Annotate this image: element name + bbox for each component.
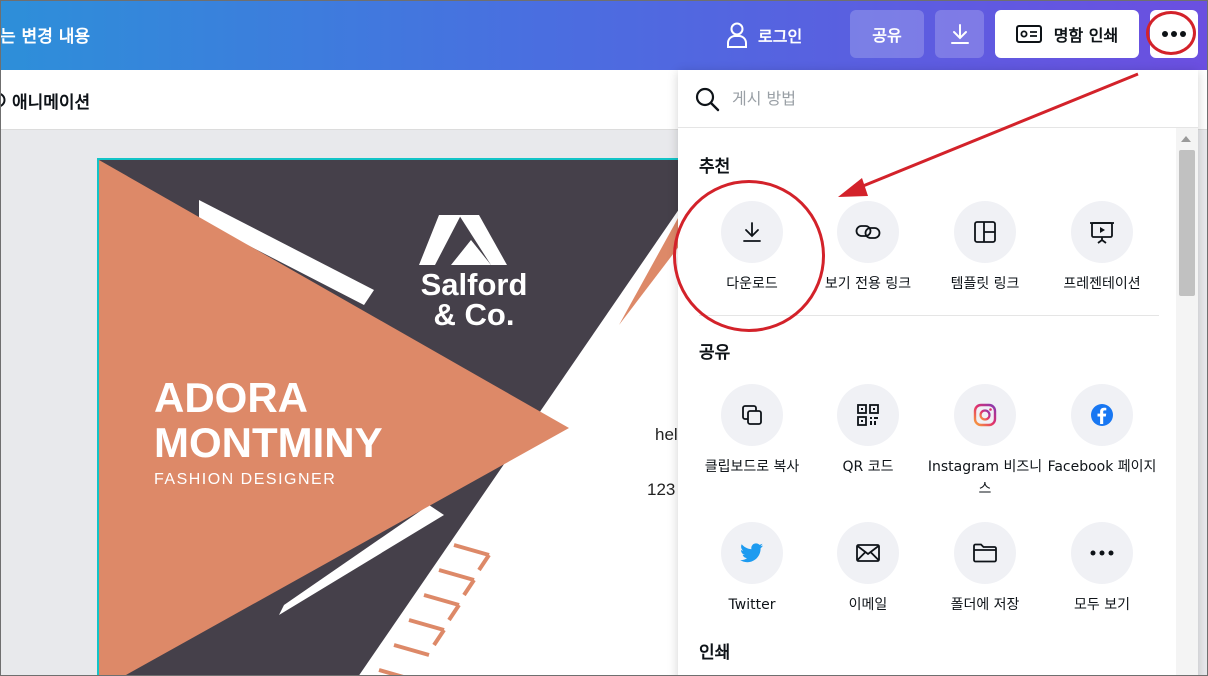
print-label: 명함 인쇄	[1053, 26, 1119, 45]
option-instagram-business[interactable]: Instagram 비즈니스	[927, 384, 1043, 500]
person-role: FASHION DESIGNER	[154, 471, 336, 488]
email-icon	[856, 544, 880, 562]
presentation-icon	[1090, 222, 1114, 244]
animation-button[interactable]: 애니메이션	[0, 88, 90, 113]
option-presentation[interactable]: 프레젠테이션	[1044, 201, 1160, 295]
option-template-link-label: 템플릿 링크	[950, 276, 1020, 292]
unsaved-changes-text: 는 변경 내용	[0, 27, 91, 47]
animation-icon	[0, 92, 6, 107]
phone-text: 123	[647, 480, 675, 499]
option-save-to-folder-label: 폴더에 저장	[950, 597, 1020, 613]
option-save-to-folder[interactable]: 폴더에 저장	[927, 522, 1043, 616]
publish-search-bar	[678, 70, 1198, 128]
copy-icon	[742, 405, 762, 425]
option-see-all-label: 모두 보기	[1074, 597, 1130, 613]
annotation-circle-more	[1146, 11, 1196, 55]
option-view-only-link[interactable]: 보기 전용 링크	[810, 201, 926, 295]
top-toolbar: 는 변경 내용 로그인 공유 명함 인쇄	[0, 0, 1208, 70]
option-facebook-page[interactable]: Facebook 페이지	[1044, 384, 1160, 478]
facebook-icon	[1091, 404, 1113, 426]
person-name-line2: MONTMINY	[154, 419, 383, 466]
search-icon	[695, 87, 720, 111]
option-see-all[interactable]: 모두 보기	[1044, 522, 1160, 616]
section-title-print: 인쇄	[699, 643, 731, 663]
instagram-icon	[973, 403, 997, 427]
publish-panel: 추천 다운로드 보기 전용 링크 템플릿 링크 프레젠테이션 공유 클립보드로 …	[678, 70, 1198, 676]
annotation-circle-download	[673, 180, 825, 332]
more-icon	[1090, 550, 1114, 556]
option-instagram-business-label: Instagram 비즈니스	[927, 459, 1043, 497]
qr-code-icon	[857, 404, 879, 426]
panel-scrollbar[interactable]	[1176, 128, 1198, 676]
option-twitter-label: Twitter	[728, 597, 776, 613]
email-text: hel	[655, 425, 678, 444]
link-icon	[855, 225, 881, 239]
option-facebook-page-label: Facebook 페이지	[1047, 459, 1157, 475]
download-icon	[950, 24, 969, 44]
share-button[interactable]: 공유	[850, 10, 924, 58]
option-twitter[interactable]: Twitter	[694, 522, 810, 616]
folder-icon	[973, 543, 997, 563]
user-icon	[727, 22, 747, 48]
option-presentation-label: 프레젠테이션	[1063, 276, 1141, 292]
login-button[interactable]: 로그인	[726, 15, 802, 55]
business-card-design: Salford & Co. ADORA MONTMINY FASHION DES…	[99, 160, 695, 676]
login-label: 로그인	[758, 27, 803, 46]
option-email[interactable]: 이메일	[810, 522, 926, 616]
person-name-line1: ADORA	[154, 374, 308, 421]
template-icon	[974, 221, 996, 243]
option-qr-code[interactable]: QR 코드	[810, 384, 926, 478]
share-label: 공유	[872, 26, 902, 45]
brand-name-line2: & Co.	[434, 297, 515, 332]
option-qr-code-label: QR 코드	[842, 459, 894, 475]
design-canvas[interactable]: Salford & Co. ADORA MONTMINY FASHION DES…	[97, 158, 697, 676]
option-copy-clipboard-label: 클립보드로 복사	[704, 459, 800, 475]
option-email-label: 이메일	[848, 597, 888, 613]
download-button[interactable]	[935, 10, 984, 58]
section-title-recommended: 추천	[699, 157, 731, 177]
publish-search-input[interactable]	[732, 89, 1152, 108]
option-template-link[interactable]: 템플릿 링크	[927, 201, 1043, 295]
option-view-only-link-label: 보기 전용 링크	[824, 276, 912, 292]
option-copy-clipboard[interactable]: 클립보드로 복사	[694, 384, 810, 478]
print-business-card-button[interactable]: 명함 인쇄	[995, 10, 1139, 58]
section-title-share: 공유	[699, 343, 731, 363]
business-card-icon	[1015, 25, 1042, 43]
animation-label: 애니메이션	[12, 93, 91, 113]
scrollbar-thumb[interactable]	[1179, 150, 1195, 296]
scroll-up-arrow-icon[interactable]	[1181, 136, 1191, 142]
twitter-icon	[740, 543, 763, 563]
